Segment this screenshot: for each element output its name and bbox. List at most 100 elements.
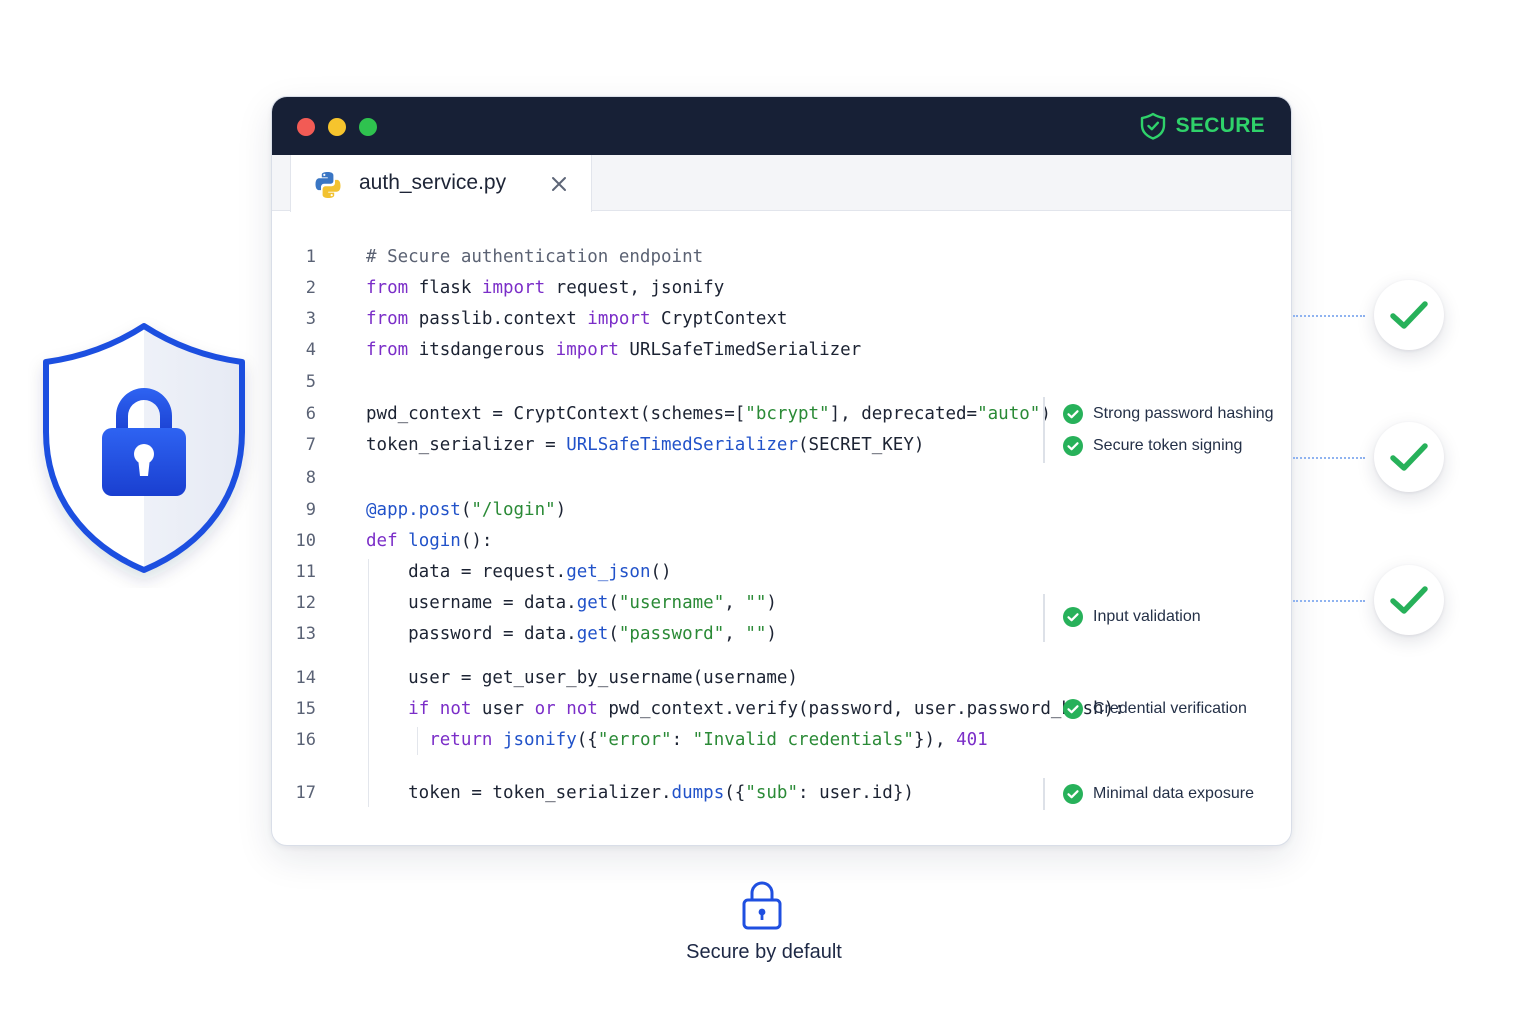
line-number: 17 [295,783,316,803]
code-token: , [724,624,746,644]
shield-lock-illustration [43,323,245,573]
code-token: get [576,624,609,644]
annotation-label: Input validation [1093,608,1201,625]
annotation-divider [1043,397,1045,463]
code-token: token_serializer = [366,435,567,455]
code-line: 9 @app.post("/login") [272,496,1032,524]
tab-filename: auth_service.py [359,171,507,194]
code-token: token = token_serializer. [366,783,672,803]
code-line: 15 if not user or not pwd_context.verify… [272,695,1125,723]
code-token: , [724,593,746,613]
code-text: def login(): [366,527,492,555]
secure-status-label: SECURE [1175,114,1265,137]
annotation-label: Minimal data exposure [1093,785,1254,802]
code-token: "Invalid credentials" [692,730,914,750]
line-number: 6 [305,404,316,424]
check-badge [1374,565,1444,635]
check-icon [1390,586,1428,614]
code-token: from [366,278,409,298]
code-line: 13 password = data.get("password", "") [272,620,1032,648]
code-token: "sub" [745,783,798,803]
annotation-item: Minimal data exposure [1063,782,1254,806]
code-token: ( [460,500,472,520]
minimize-window-button[interactable] [328,118,346,136]
code-line: 2 from flask import request, jsonify [272,274,1032,302]
check-circle-icon [1063,607,1083,627]
annotation-label: Credential verification [1093,700,1247,717]
line-number: 1 [305,247,316,267]
code-text: username = data.get("username", "") [366,589,777,617]
shield-check-icon [1140,112,1165,140]
code-text: # Secure authentication endpoint [366,243,703,271]
close-window-button[interactable] [297,118,315,136]
code-line: 7 token_serializer = URLSafeTimedSerializ… [272,431,1032,459]
annotation-item: Strong password hashing [1063,402,1274,426]
tab-bar: auth_service.py [272,155,1291,212]
check-circle-icon [1063,404,1083,424]
code-token: jsonify [502,730,577,750]
code-token: "bcrypt" [745,404,830,424]
line-number: 14 [295,668,316,688]
code-line: 5 [272,368,1032,396]
close-icon[interactable] [549,174,569,194]
code-token: from [366,309,409,329]
code-token: # Secure authentication endpoint [366,247,704,267]
code-text: from itsdangerous import URLSafeTimedSer… [366,336,861,364]
code-editor-window: SECURE auth_service.py 1 # Secure authent… [271,96,1292,846]
code-token: ], deprecated= [829,404,978,424]
check-icon [1390,443,1428,471]
annotation-item: Input validation [1063,605,1201,629]
code-token: "auto" [977,404,1041,424]
code-token: : user.id}) [798,783,914,803]
maximize-window-button[interactable] [359,118,377,136]
code-token: : [671,730,693,750]
code-token: not [566,699,598,719]
code-line: 4 from itsdangerous import URLSafeTimedSe… [272,336,1032,364]
annotation-item: Secure token signing [1063,434,1242,458]
check-badge [1374,422,1444,492]
code-token: URLSafeTimedSerializer [566,435,798,455]
code-line: 3 from passlib.context import CryptContex… [272,305,1032,333]
line-number: 5 [305,372,316,392]
code-text: from passlib.context import CryptContext [366,305,787,333]
code-line: 14 user = get_user_by_username(username) [272,664,1032,692]
annotation-divider [1043,778,1045,810]
code-token: get [576,593,609,613]
code-token: () [650,562,672,582]
python-icon [315,172,341,198]
code-token: (SECRET_KEY) [797,435,925,455]
line-number: 12 [295,593,316,613]
line-number: 4 [305,340,316,360]
code-token: or [534,699,556,719]
code-token: password = data. [366,624,577,644]
code-token: import [587,309,651,329]
code-token: request, jsonify [545,278,725,298]
line-number: 2 [305,278,316,298]
code-line: 6 pwd_context = CryptContext(schemes=["bc… [272,400,1051,428]
check-icon [1390,301,1428,329]
line-number: 9 [305,500,316,520]
code-text: from flask import request, jsonify [366,274,724,302]
code-token: ( [608,624,619,644]
code-token: import [481,278,546,298]
check-circle-icon [1063,699,1083,719]
code-text: @app.post("/login") [366,496,566,524]
annotation-label: Strong password hashing [1093,405,1274,422]
annotation-item: Credential verification [1063,697,1247,721]
check-badge [1374,280,1444,350]
code-token: pwd_context.verify(password, user.passwo… [597,699,1125,719]
code-token: return [429,730,493,750]
code-token: ) [555,500,567,520]
code-text: user = get_user_by_username(username) [366,664,798,692]
code-text: token = token_serializer.dumps({"sub": u… [366,779,914,807]
line-number: 16 [295,730,316,750]
code-token: flask [408,278,482,298]
code-token: get_json [566,562,651,582]
line-number: 7 [305,435,316,455]
code-token: itsdangerous [408,340,556,360]
tab-auth-service[interactable]: auth_service.py [290,155,592,212]
code-token: ({ [576,730,598,750]
